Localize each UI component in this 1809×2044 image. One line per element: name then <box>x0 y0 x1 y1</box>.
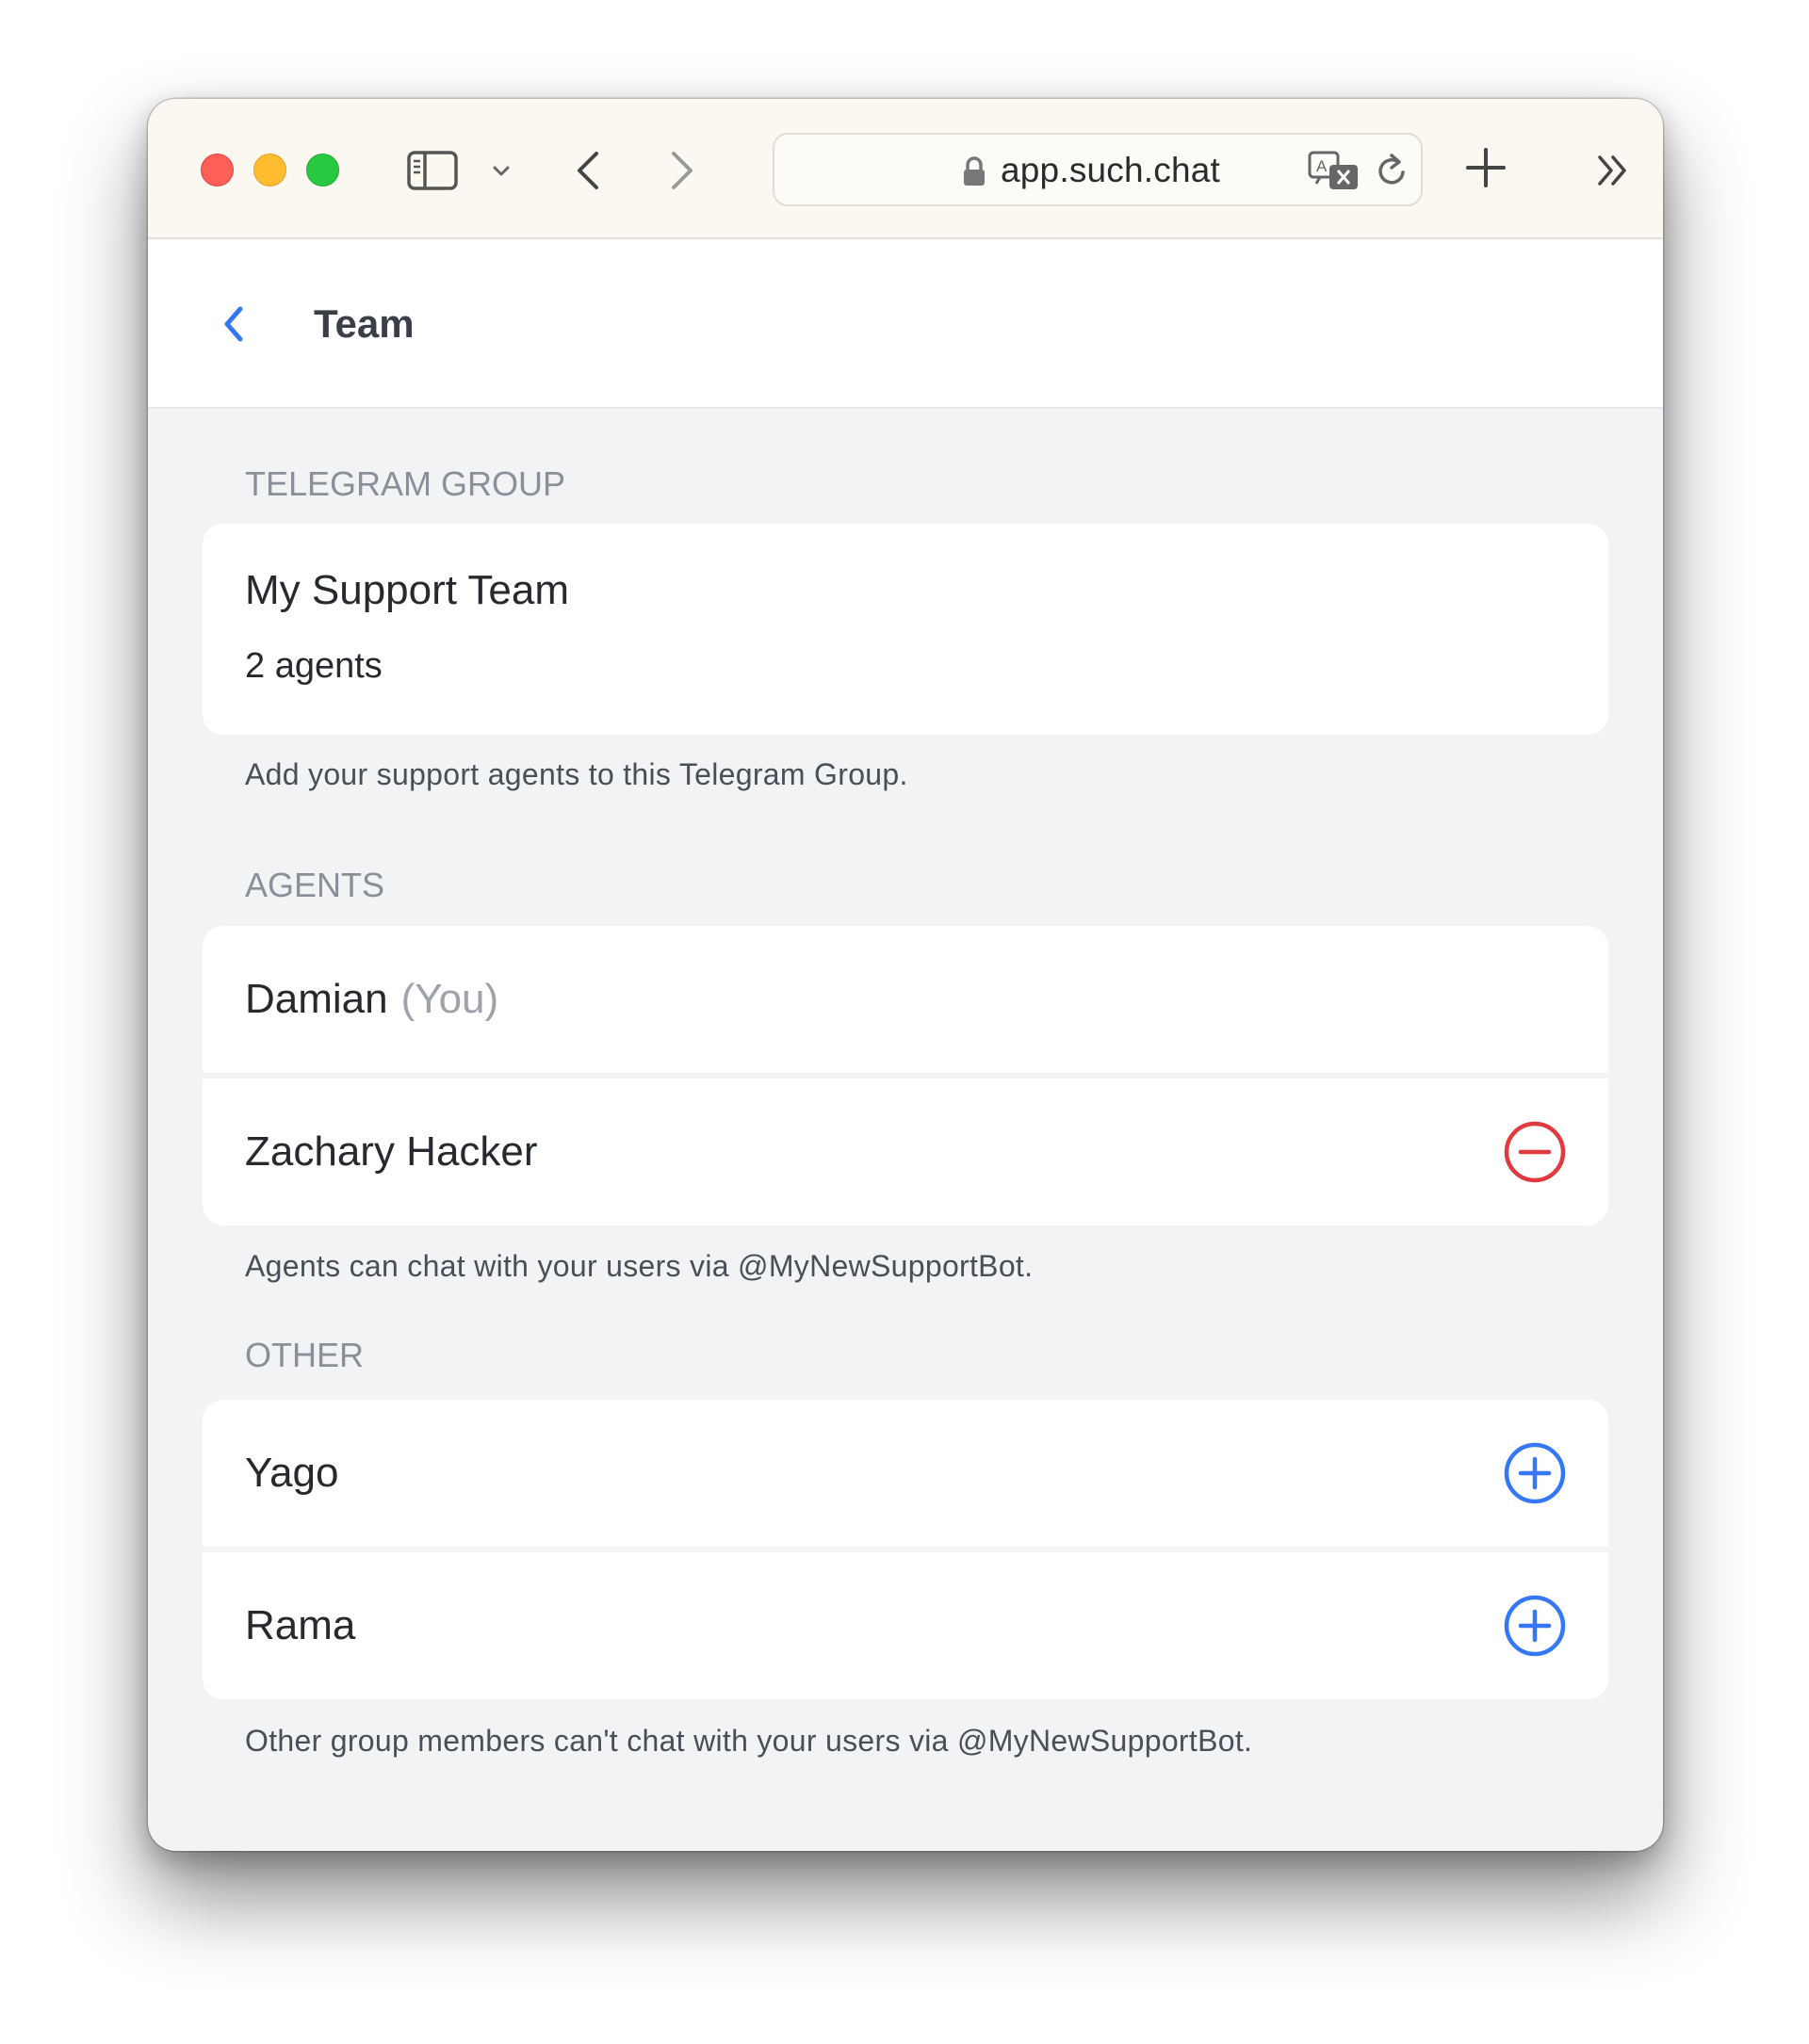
telegram-group-card[interactable]: My Support Team 2 agents <box>203 524 1608 735</box>
member-name: Yago <box>245 1450 339 1496</box>
svg-text:A: A <box>1316 157 1328 175</box>
toolbar-overflow-icon[interactable] <box>1594 152 1632 189</box>
close-window-button[interactable] <box>201 154 234 187</box>
new-tab-icon[interactable] <box>1464 146 1508 189</box>
agent-name-text: Damian <box>245 976 388 1022</box>
reload-icon[interactable] <box>1373 152 1410 191</box>
group-name: My Support Team <box>245 567 570 613</box>
agents-note: Agents can chat with your users via @MyN… <box>245 1249 1034 1283</box>
address-url: app.such.chat <box>1001 151 1220 189</box>
browser-forward-icon[interactable] <box>666 148 698 193</box>
agent-name: Damian (You) <box>245 974 498 1025</box>
chevron-down-icon[interactable] <box>490 159 513 182</box>
current-user-tag: (You) <box>400 976 499 1022</box>
lock-icon <box>964 156 985 186</box>
browser-back-icon[interactable] <box>572 148 604 193</box>
member-row: Rama <box>203 1552 1608 1699</box>
agents-section-label: AGENTS <box>245 866 385 904</box>
telegram-group-note: Add your support agents to this Telegram… <box>245 757 908 791</box>
address-bar[interactable]: app.such.chat A <box>773 133 1423 206</box>
member-row: Yago <box>203 1400 1608 1547</box>
other-note: Other group members can't chat with your… <box>245 1724 1253 1758</box>
browser-window: app.such.chat A Team TELEGRAM GROUP My S… <box>148 99 1663 1851</box>
page-title: Team <box>314 301 415 346</box>
telegram-group-section-label: TELEGRAM GROUP <box>245 464 566 503</box>
add-agent-plus-circle-icon[interactable] <box>1503 1594 1567 1658</box>
minimize-window-button[interactable] <box>253 154 286 187</box>
back-chevron-icon[interactable] <box>218 301 250 347</box>
other-section-label: OTHER <box>245 1336 364 1374</box>
browser-toolbar: app.such.chat A <box>148 99 1663 239</box>
agent-row: Damian (You) <box>203 926 1608 1073</box>
agent-name: Zachary Hacker <box>245 1128 538 1175</box>
group-agent-count: 2 agents <box>245 646 383 686</box>
sidebar-toggle-icon[interactable] <box>406 150 459 191</box>
zoom-window-button[interactable] <box>306 154 339 187</box>
remove-agent-minus-circle-icon[interactable] <box>1503 1120 1567 1184</box>
app-header: Team <box>148 239 1663 409</box>
add-agent-plus-circle-icon[interactable] <box>1503 1441 1567 1505</box>
translate-icon[interactable]: A <box>1307 150 1361 193</box>
agent-row: Zachary Hacker <box>203 1079 1608 1225</box>
member-name: Rama <box>245 1602 356 1648</box>
